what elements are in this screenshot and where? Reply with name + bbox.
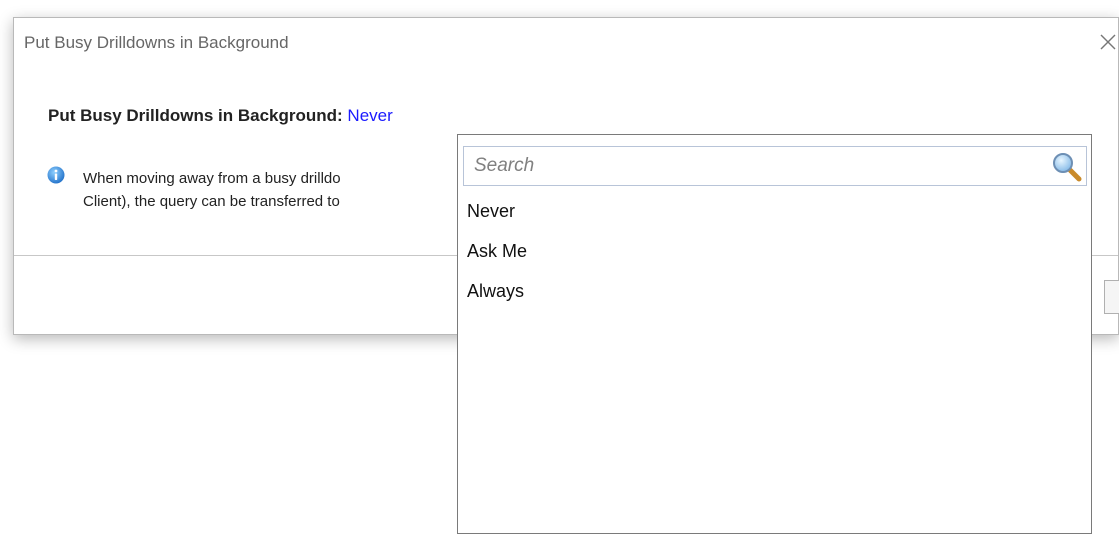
setting-label: Put Busy Drilldowns in Background: xyxy=(48,106,343,125)
options-list: Never Ask Me Always xyxy=(467,196,527,316)
search-box xyxy=(463,146,1087,186)
info-icon xyxy=(47,166,65,184)
value-dropdown: Never Ask Me Always xyxy=(457,134,1092,534)
dialog-title: Put Busy Drilldowns in Background xyxy=(24,33,289,52)
setting-row: Put Busy Drilldowns in Background: Never xyxy=(48,106,393,126)
description-text: When moving away from a busy drilldo Cli… xyxy=(83,167,341,213)
description-line-2: Client), the query can be transferred to xyxy=(83,193,340,210)
description-line-1: When moving away from a busy drilldo xyxy=(83,170,341,187)
option-always[interactable]: Always xyxy=(467,276,527,316)
option-never[interactable]: Never xyxy=(467,196,527,236)
close-button[interactable] xyxy=(1094,28,1119,56)
search-input[interactable] xyxy=(464,147,1044,185)
close-icon xyxy=(1100,34,1116,50)
option-ask-me[interactable]: Ask Me xyxy=(467,236,527,276)
search-icon[interactable] xyxy=(1050,150,1084,184)
setting-value-link[interactable]: Never xyxy=(347,106,392,125)
footer-button[interactable] xyxy=(1104,280,1119,314)
